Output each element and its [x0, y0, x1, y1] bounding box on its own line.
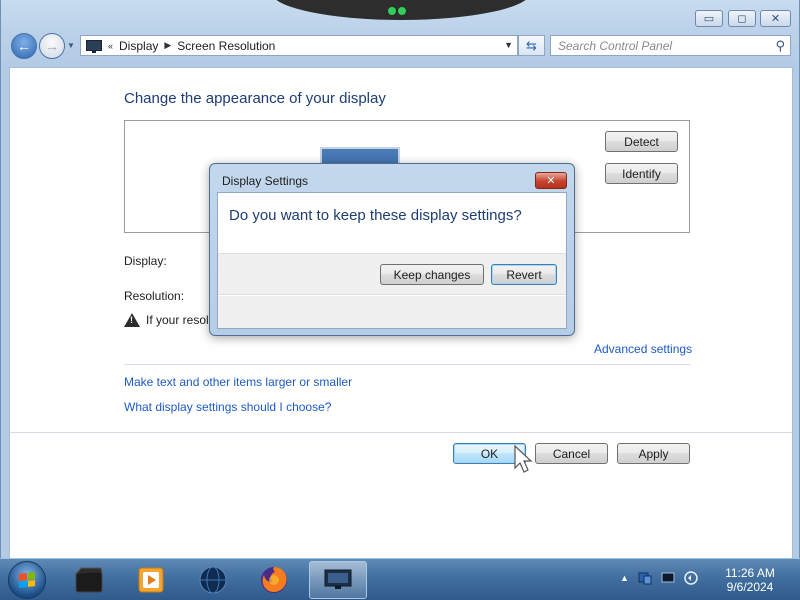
detect-button[interactable]: Detect — [605, 131, 678, 152]
cancel-button[interactable]: Cancel — [535, 443, 608, 464]
breadcrumb-arrow-icon[interactable]: ▶ — [164, 40, 171, 51]
address-dropdown-icon[interactable]: ▼ — [504, 40, 513, 50]
advanced-settings-link[interactable]: Advanced settings — [594, 342, 692, 356]
dialog-footer: OK Cancel Apply — [10, 432, 792, 558]
forward-arrow-icon: → — [45, 38, 59, 54]
explorer-icon[interactable] — [73, 564, 105, 596]
dialog-title: Display Settings — [222, 174, 309, 188]
resolution-warning: If your resolu — [124, 313, 215, 327]
window-top-notch — [271, 0, 531, 20]
resolution-label: Resolution: — [124, 289, 185, 303]
page-title: Change the appearance of your display — [124, 90, 386, 107]
firefox-icon[interactable] — [258, 564, 290, 596]
system-clock[interactable]: 11:26 AM 9/6/2024 — [718, 566, 782, 594]
windows-logo-icon — [19, 572, 35, 588]
display-settings-icon — [324, 569, 352, 589]
network-icon[interactable] — [638, 571, 652, 585]
display-settings-taskbar-button[interactable] — [309, 561, 367, 599]
mouse-cursor-icon — [514, 444, 533, 473]
volume-icon[interactable] — [684, 571, 698, 585]
media-player-icon[interactable] — [135, 564, 167, 596]
search-placeholder: Search Control Panel — [558, 38, 673, 53]
display-help-link[interactable]: What display settings should I choose? — [124, 400, 331, 414]
display-icon — [86, 40, 102, 53]
text-size-link[interactable]: Make text and other items larger or smal… — [124, 375, 352, 389]
monitor-tray-icon[interactable] — [661, 571, 675, 585]
forward-button[interactable]: → — [39, 33, 65, 59]
taskbar: ▲ 11:26 AM 9/6/2024 — [0, 558, 800, 600]
display-settings-dialog: Display Settings ✕ Do you want to keep t… — [209, 163, 575, 336]
globe-icon[interactable] — [197, 564, 229, 596]
dialog-button-band: Keep changes Revert — [218, 253, 566, 295]
identify-button[interactable]: Identify — [605, 163, 678, 184]
revert-button[interactable]: Revert — [491, 264, 557, 285]
breadcrumb-overflow[interactable]: « — [108, 41, 113, 51]
search-icon[interactable]: ⚲ — [775, 38, 785, 54]
dialog-bottom-area — [218, 296, 566, 328]
show-hidden-icons-icon[interactable]: ▲ — [620, 573, 629, 583]
divider — [124, 364, 690, 365]
minimize-button[interactable]: ▭ — [695, 10, 723, 27]
dialog-body: Do you want to keep these display settin… — [217, 192, 567, 329]
warning-text: If your resolu — [146, 313, 216, 327]
status-led-icon — [387, 4, 415, 15]
breadcrumb-screen-resolution[interactable]: Screen Resolution — [177, 39, 275, 53]
start-button[interactable] — [8, 561, 46, 599]
refresh-icon: ⇆ — [526, 37, 537, 53]
breadcrumb-display[interactable]: Display — [119, 39, 158, 53]
display-label: Display: — [124, 254, 167, 268]
dialog-message: Do you want to keep these display settin… — [229, 207, 522, 224]
address-bar[interactable]: « Display ▶ Screen Resolution ▼ — [80, 35, 518, 56]
back-button[interactable]: ← — [11, 33, 37, 59]
clock-time: 11:26 AM — [725, 566, 775, 580]
dialog-close-button[interactable]: ✕ — [535, 172, 567, 189]
refresh-button[interactable]: ⇆ — [518, 35, 545, 56]
search-input[interactable]: Search Control Panel ⚲ — [550, 35, 791, 56]
close-window-button[interactable]: ✕ — [760, 10, 791, 27]
maximize-button[interactable]: ◻ — [728, 10, 756, 27]
warning-icon — [124, 313, 140, 327]
keep-changes-button[interactable]: Keep changes — [380, 264, 484, 285]
system-tray: ▲ — [620, 571, 698, 585]
apply-button[interactable]: Apply — [617, 443, 690, 464]
back-arrow-icon: ← — [17, 38, 31, 54]
recent-pages-dropdown-icon[interactable]: ▼ — [67, 41, 75, 50]
clock-date: 9/6/2024 — [726, 580, 774, 594]
